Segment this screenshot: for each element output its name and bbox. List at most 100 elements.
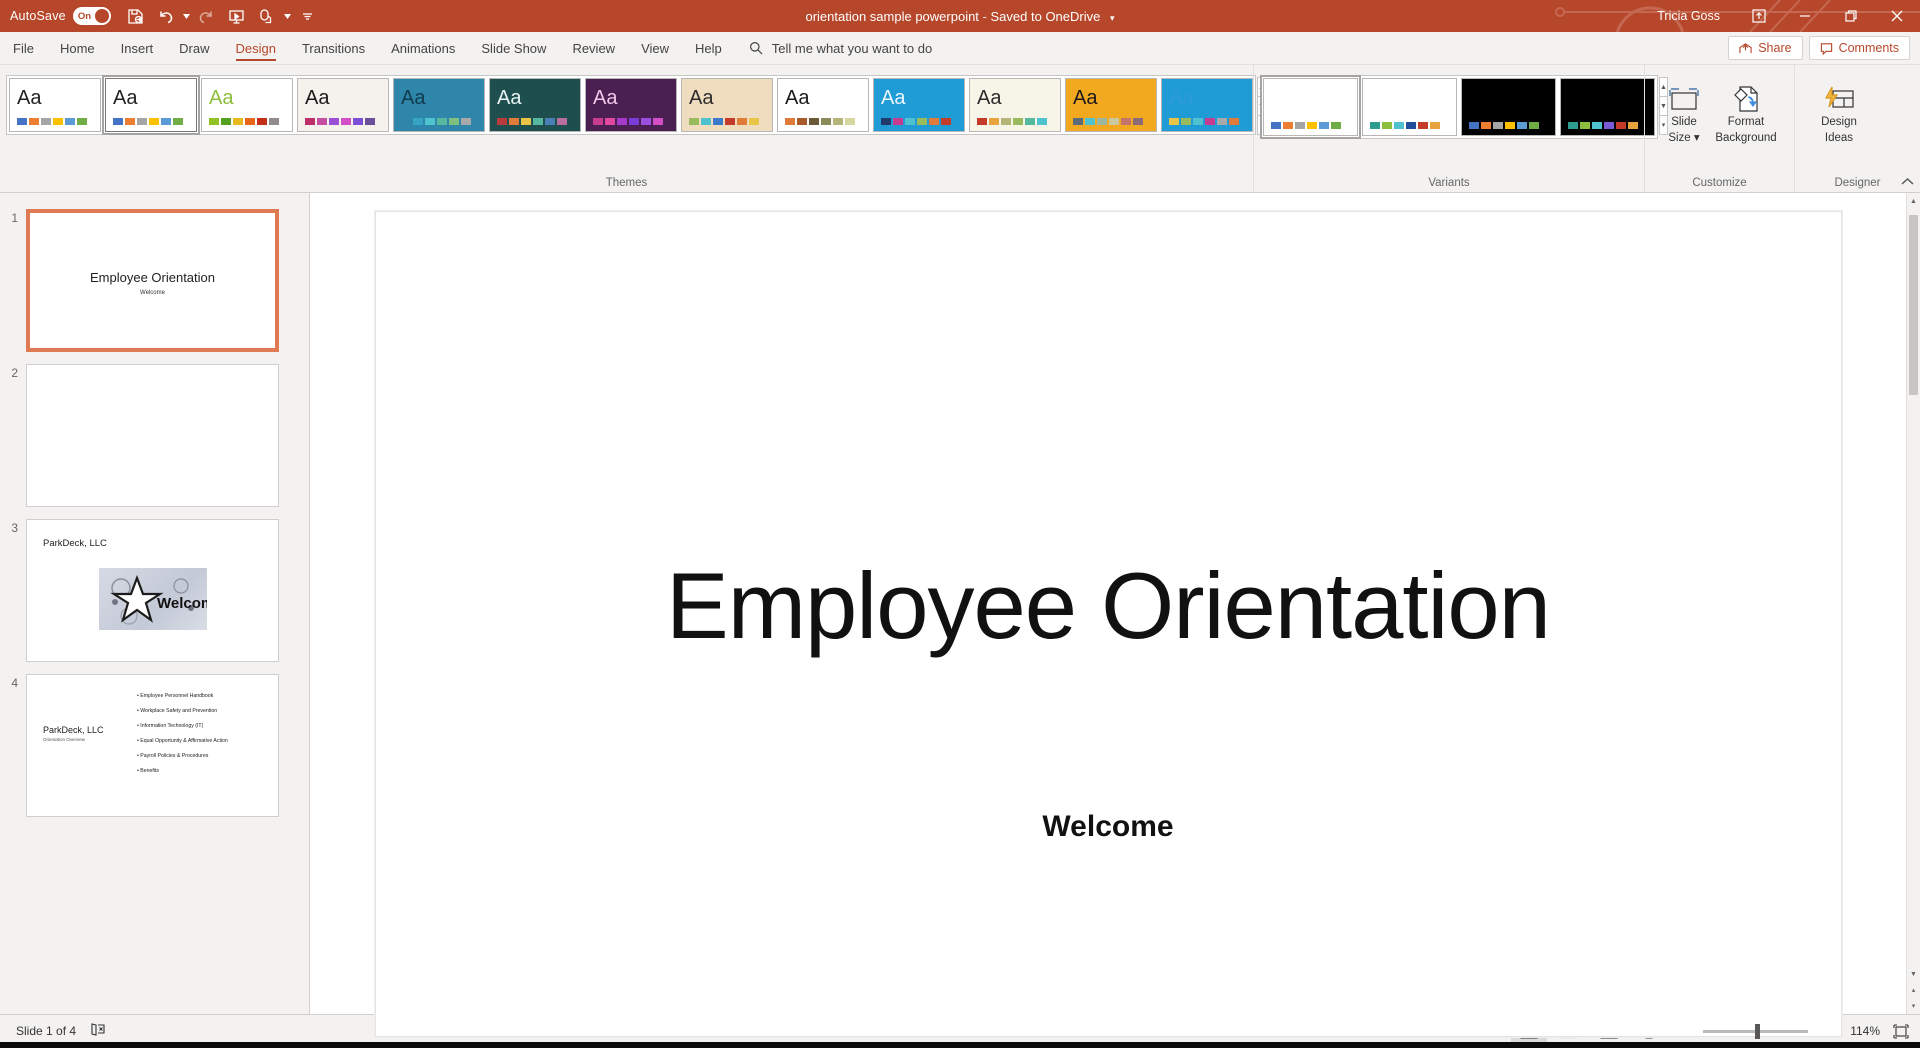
slide-thumbnail-row[interactable]: 1 Employee Orientation Welcome xyxy=(0,203,309,358)
slide-counter[interactable]: Slide 1 of 4 xyxy=(16,1024,76,1038)
user-name[interactable]: Tricia Goss xyxy=(1657,9,1720,23)
variant-black-1[interactable] xyxy=(1461,78,1556,136)
ion-boardroom-theme[interactable]: Aa xyxy=(489,78,581,132)
tab-transitions[interactable]: Transitions xyxy=(289,32,378,64)
slide-thumbnail-row[interactable]: 4 ParkDeck, LLC Orientation Overview • Empl… xyxy=(0,668,309,823)
scrollbar-thumb[interactable] xyxy=(1909,215,1918,395)
slide-thumbnail-3[interactable]: ParkDeck, LLC Welcome xyxy=(26,519,279,662)
slide-editing-stage[interactable]: Employee Orientation Welcome Paste Optio… xyxy=(310,193,1906,1037)
slide-thumbnail-1[interactable]: Employee Orientation Welcome xyxy=(26,209,279,352)
color-swatch xyxy=(1628,122,1638,129)
slide-thumbnail-pane[interactable]: 1 Employee Orientation Welcome 2 3 ParkDeck, … xyxy=(0,193,310,1014)
color-swatch xyxy=(1394,122,1404,129)
tab-label: View xyxy=(641,40,670,56)
quotable-theme[interactable]: Aa xyxy=(585,78,677,132)
banded-theme[interactable]: Aa xyxy=(1161,78,1253,132)
basis-theme[interactable]: Aa xyxy=(777,78,869,132)
slide-thumbnail-2[interactable] xyxy=(26,364,279,507)
wood-type-theme[interactable]: Aa xyxy=(681,78,773,132)
minimize-icon[interactable] xyxy=(1782,0,1828,32)
start-from-beginning-icon[interactable] xyxy=(222,3,252,29)
vertical-scrollbar[interactable]: ▲ ▼ ▴ ▾ xyxy=(1906,193,1920,1014)
tab-help[interactable]: Help xyxy=(682,32,735,64)
restore-icon[interactable] xyxy=(1828,0,1874,32)
tab-design[interactable]: Design xyxy=(223,32,289,64)
svg-text:Welcome: Welcome xyxy=(157,595,207,612)
search-placeholder: Tell me what you want to do xyxy=(771,40,933,56)
touch-mode-dropdown-icon[interactable] xyxy=(282,3,293,29)
theme-sample-text: Aa xyxy=(17,87,42,109)
fit-slide-to-window-icon[interactable] xyxy=(1888,1023,1914,1039)
previous-slide-icon[interactable]: ▴ xyxy=(1907,982,1920,998)
accessibility-checker-icon[interactable] xyxy=(90,1022,106,1040)
format-background-icon xyxy=(1731,79,1761,113)
tab-review[interactable]: Review xyxy=(559,32,628,64)
color-swatch xyxy=(1295,122,1305,129)
autosave-toggle[interactable]: On xyxy=(72,7,111,25)
wisp-theme[interactable]: Aa xyxy=(297,78,389,132)
scroll-down-icon[interactable]: ▼ xyxy=(1907,966,1920,982)
slide-number: 3 xyxy=(11,521,18,535)
comments-button[interactable]: Comments xyxy=(1808,36,1910,60)
touch-mode-icon[interactable] xyxy=(252,3,282,29)
office-theme[interactable]: Aa xyxy=(9,78,101,132)
scroll-up-icon[interactable]: ▲ xyxy=(1907,193,1920,209)
dividend-theme[interactable]: Aa xyxy=(969,78,1061,132)
office-theme-2[interactable]: Aa xyxy=(102,75,200,135)
color-swatch xyxy=(785,118,795,125)
color-swatch xyxy=(1271,122,1281,129)
tab-draw[interactable]: Draw xyxy=(166,32,222,64)
collapse-ribbon-icon[interactable] xyxy=(1901,177,1914,189)
slide-subtitle-placeholder[interactable]: Welcome xyxy=(376,810,1841,844)
title-dropdown-icon[interactable]: ▾ xyxy=(1110,13,1115,23)
variant-black-2[interactable] xyxy=(1560,78,1655,136)
slide-thumbnail-4[interactable]: ParkDeck, LLC Orientation Overview • Emplo… xyxy=(26,674,279,817)
undo-dropdown-icon[interactable] xyxy=(181,3,192,29)
color-swatch xyxy=(1229,118,1239,125)
ribbon-actions: Share Comments xyxy=(1728,32,1920,64)
color-swatch xyxy=(689,118,699,125)
zoom-slider-handle[interactable] xyxy=(1755,1023,1760,1039)
search-input[interactable]: Tell me what you want to do xyxy=(735,32,932,64)
tab-animations[interactable]: Animations xyxy=(378,32,468,64)
slide-thumbnail-row[interactable]: 3 ParkDeck, LLC Welcome xyxy=(0,513,309,668)
share-button[interactable]: Share xyxy=(1728,36,1803,60)
slide-thumbnail-row[interactable]: 2 xyxy=(0,358,309,513)
zoom-level[interactable]: 114% xyxy=(1840,1024,1880,1038)
badge-theme[interactable]: Aa xyxy=(393,78,485,132)
redo-icon[interactable] xyxy=(192,3,222,29)
scrollbar-track[interactable] xyxy=(1907,209,1920,966)
close-icon[interactable] xyxy=(1874,0,1920,32)
tab-home[interactable]: Home xyxy=(47,32,108,64)
tab-slide-show[interactable]: Slide Show xyxy=(468,32,559,64)
color-swatch xyxy=(521,118,531,125)
color-swatch xyxy=(365,118,375,125)
tab-file[interactable]: File xyxy=(0,32,47,64)
autosave-control[interactable]: AutoSave On xyxy=(10,7,111,25)
slide-size-icon xyxy=(1668,79,1700,113)
color-swatch xyxy=(641,118,651,125)
facet-theme[interactable]: Aa xyxy=(201,78,293,132)
tab-label: Help xyxy=(695,40,722,56)
frame-theme[interactable]: Aa xyxy=(1065,78,1157,132)
slide-title-placeholder[interactable]: Employee Orientation xyxy=(376,552,1841,660)
format-background-button[interactable]: Format Background xyxy=(1715,75,1777,149)
save-icon[interactable] xyxy=(121,3,151,29)
share-icon xyxy=(1739,42,1752,53)
variant-white-1[interactable] xyxy=(1260,75,1361,139)
zoom-slider[interactable] xyxy=(1703,1023,1808,1039)
design-ideas-button[interactable]: Design Ideas xyxy=(1803,75,1875,149)
tab-insert[interactable]: Insert xyxy=(108,32,167,64)
tab-view[interactable]: View xyxy=(628,32,682,64)
customize-qat-icon[interactable] xyxy=(293,3,323,29)
slide-size-button[interactable]: Slide Size ▾ xyxy=(1653,75,1715,149)
next-slide-icon[interactable]: ▾ xyxy=(1907,998,1920,1014)
comment-icon xyxy=(1820,42,1832,55)
celestial-theme[interactable]: Aa xyxy=(873,78,965,132)
undo-icon[interactable] xyxy=(151,3,181,29)
current-slide[interactable]: Employee Orientation Welcome xyxy=(374,211,1842,1037)
search-icon xyxy=(749,42,763,55)
color-swatch xyxy=(461,118,471,125)
variant-white-2[interactable] xyxy=(1362,78,1457,136)
ribbon-display-options-icon[interactable] xyxy=(1736,0,1782,32)
